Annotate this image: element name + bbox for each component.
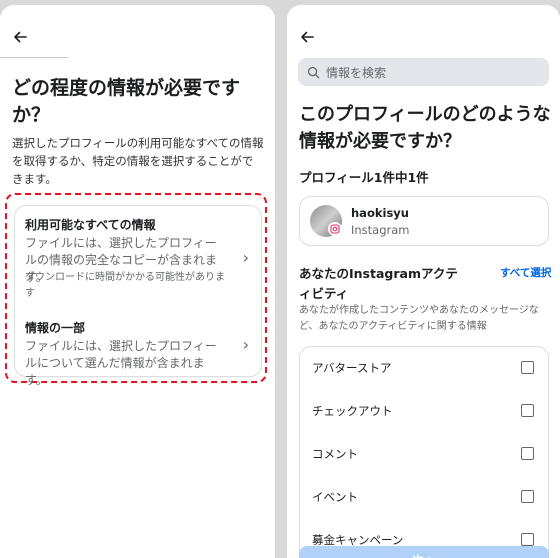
search-input[interactable]: 情報を検索 bbox=[298, 58, 549, 86]
option-all-info[interactable]: 利用可能なすべての情報 ファイルには、選択したプロフィールの情報の完全なコピーが… bbox=[15, 206, 261, 306]
profile-count: プロフィール1件中1件 bbox=[299, 170, 429, 185]
checkbox[interactable] bbox=[521, 361, 534, 374]
back-arrow-icon bbox=[14, 31, 27, 43]
option-description: ファイルには、選択したプロフィールについて選んだ情報が含まれます。 bbox=[25, 339, 217, 387]
profile-card: haokisyu Instagram bbox=[299, 196, 549, 246]
search-icon bbox=[307, 66, 320, 78]
back-button[interactable] bbox=[10, 27, 30, 47]
select-all-link[interactable]: すべて選択 bbox=[500, 265, 551, 280]
list-item[interactable]: コメント bbox=[300, 433, 548, 476]
section-title: あなたのInstagramアクティビティ bbox=[299, 266, 458, 301]
activity-list: アバターストア チェックアウト コメント イベント 募金キャンペーン bbox=[299, 346, 549, 558]
item-label: コメント bbox=[312, 447, 358, 461]
back-arrow-icon bbox=[301, 31, 314, 43]
item-label: アバターストア bbox=[312, 361, 392, 375]
option-title: 情報の一部 bbox=[25, 321, 86, 335]
instagram-icon bbox=[328, 222, 342, 236]
option-title: 利用可能なすべての情報 bbox=[25, 218, 156, 232]
list-item[interactable]: イベント bbox=[300, 476, 548, 519]
item-label: イベント bbox=[312, 490, 358, 504]
item-label: チェックアウト bbox=[312, 404, 393, 418]
search-placeholder: 情報を検索 bbox=[326, 65, 387, 80]
chevron-right-icon: › bbox=[242, 335, 249, 354]
header-divider bbox=[0, 57, 68, 58]
option-note: ダウンロードに時間がかかる可能性があります bbox=[25, 272, 225, 299]
select-info-panel: 情報を検索 このプロフィールのどのような情報が必要ですか？ プロフィール1件中1… bbox=[287, 5, 560, 558]
list-item[interactable]: チェックアウト bbox=[300, 390, 548, 433]
checkbox[interactable] bbox=[521, 404, 534, 417]
checkbox[interactable] bbox=[521, 533, 534, 546]
next-button[interactable]: 次へ bbox=[299, 546, 549, 558]
back-button[interactable] bbox=[297, 27, 317, 47]
section-description: あなたが作成したコンテンツやあなたのメッセージなど、あなたのアクティビティに関す… bbox=[299, 305, 539, 332]
options-card: 利用可能なすべての情報 ファイルには、選択したプロフィールの情報の完全なコピーが… bbox=[14, 205, 262, 387]
page-description: 選択したプロフィールの利用可能なすべての情報を取得するか、特定の情報を選択するこ… bbox=[12, 136, 264, 186]
page-title: このプロフィールのどのような情報が必要ですか？ bbox=[299, 104, 551, 152]
profile-name: haokisyu bbox=[351, 206, 409, 220]
option-partial-info[interactable]: 情報の一部 ファイルには、選択したプロフィールについて選んだ情報が含まれます。 … bbox=[15, 309, 261, 387]
checkbox[interactable] bbox=[521, 447, 534, 460]
chevron-right-icon: › bbox=[242, 248, 249, 267]
list-item[interactable]: アバターストア bbox=[300, 347, 548, 390]
checkbox[interactable] bbox=[521, 490, 534, 503]
profile-platform: Instagram bbox=[351, 223, 410, 237]
data-amount-panel: どの程度の情報が必要ですか？ 選択したプロフィールの利用可能なすべての情報を取得… bbox=[0, 5, 275, 558]
page-title: どの程度の情報が必要ですか？ bbox=[12, 77, 241, 126]
